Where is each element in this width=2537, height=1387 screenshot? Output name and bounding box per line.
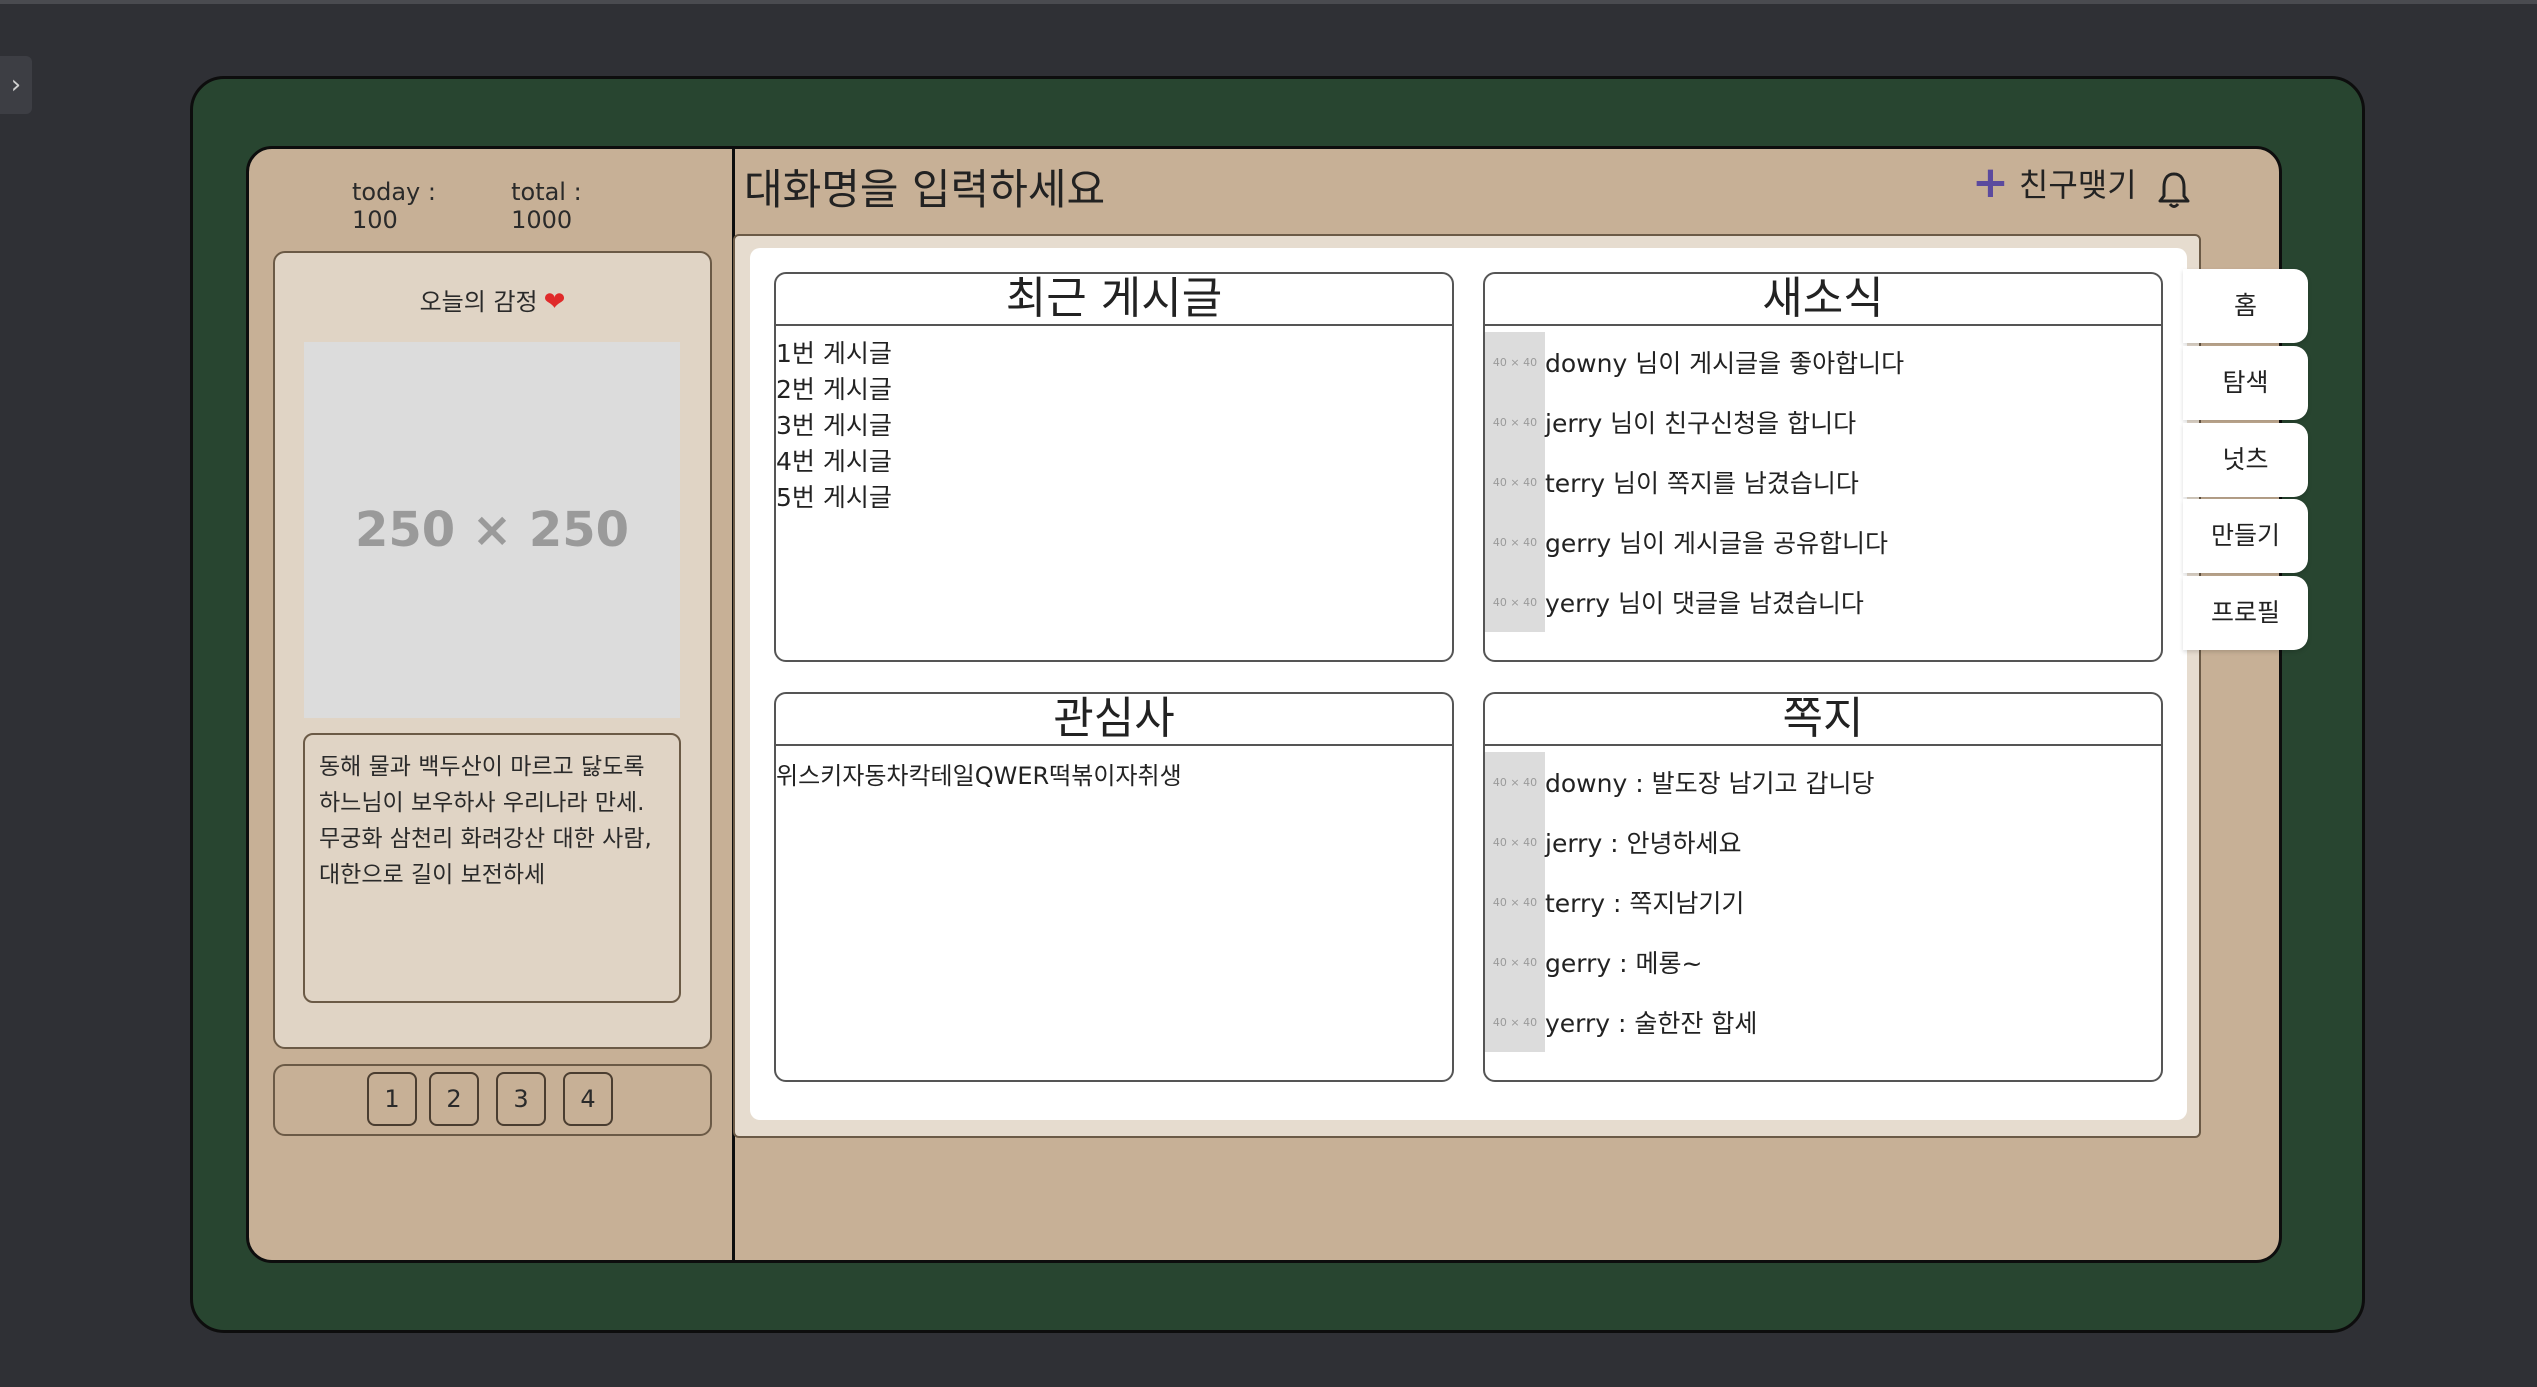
avatar: 40 × 40 [1485,872,1545,932]
avatar: 40 × 40 [1485,452,1545,512]
page-button-1[interactable]: 1 [367,1072,417,1126]
news-item[interactable]: 40 × 40 downy 님이 게시글을 좋아합니다 [1485,332,2161,392]
tab-nuts[interactable]: 넛츠 [2183,423,2308,497]
today-count: today : 100 [352,178,436,234]
news-text: jerry 님이 친구신청을 합니다 [1545,409,1857,438]
post-item[interactable]: 1번 게시글 [776,336,1452,372]
plus-icon: + [1972,157,2009,208]
message-item[interactable]: 40 × 40 gerry : 메롱~ [1485,932,2161,992]
sidebar-toggle-button[interactable]: › [0,56,32,114]
heart-icon: ❤ [543,287,566,317]
profile-image: 250 × 250 [304,342,680,718]
news-text: gerry 님이 게시글을 공유합니다 [1545,529,1889,558]
total-count: total : 1000 [511,178,582,234]
news-title: 새소식 [1485,274,2161,326]
message-text: jerry : 안녕하세요 [1545,829,1742,858]
message-item[interactable]: 40 × 40 downy : 발도장 남기고 갑니당 [1485,752,2161,812]
room-title[interactable]: 대화명을 입력하세요 [744,156,1105,217]
post-item[interactable]: 4번 게시글 [776,444,1452,480]
tab-create[interactable]: 만들기 [2183,499,2308,573]
message-item[interactable]: 40 × 40 terry : 쪽지남기기 [1485,872,2161,932]
avatar: 40 × 40 [1485,752,1545,812]
avatar: 40 × 40 [1485,932,1545,992]
tab-explore[interactable]: 탐색 [2183,346,2308,420]
add-friend-button[interactable]: + 친구맺기 [1972,160,2137,206]
message-text: gerry : 메롱~ [1545,949,1703,978]
page-button-3[interactable]: 3 [496,1072,546,1126]
post-item[interactable]: 3번 게시글 [776,408,1452,444]
post-item[interactable]: 2번 게시글 [776,372,1452,408]
mood-title: 오늘의 감정 ❤ [273,282,712,317]
message-text: yerry : 술한잔 합세 [1545,1009,1758,1038]
message-text: downy : 발도장 남기고 갑니당 [1545,769,1875,798]
message-text: terry : 쪽지남기기 [1545,889,1745,918]
pager [273,1064,712,1136]
news-item[interactable]: 40 × 40 yerry 님이 댓글을 남겼습니다 [1485,572,2161,632]
avatar: 40 × 40 [1485,392,1545,452]
news-item[interactable]: 40 × 40 gerry 님이 게시글을 공유합니다 [1485,512,2161,572]
avatar: 40 × 40 [1485,512,1545,572]
recent-posts-list: 1번 게시글 2번 게시글 3번 게시글 4번 게시글 5번 게시글 [776,326,1452,516]
mood-title-text: 오늘의 감정 [419,288,538,316]
avatar: 40 × 40 [1485,572,1545,632]
messages-list: 40 × 40 downy : 발도장 남기고 갑니당 40 × 40 jerry … [1485,746,2161,1052]
add-friend-label: 친구맺기 [2018,166,2137,204]
news-card: 새소식 40 × 40 downy 님이 게시글을 좋아합니다 40 × 40 je… [1483,272,2163,662]
recent-posts-card: 최근 게시글 1번 게시글 2번 게시글 3번 게시글 4번 게시글 5번 게시… [774,272,1454,662]
avatar: 40 × 40 [1485,332,1545,392]
post-item[interactable]: 5번 게시글 [776,480,1452,516]
news-list: 40 × 40 downy 님이 게시글을 좋아합니다 40 × 40 jerry … [1485,326,2161,632]
page-button-2[interactable]: 2 [429,1072,479,1126]
news-item[interactable]: 40 × 40 jerry 님이 친구신청을 합니다 [1485,392,2161,452]
interests-text: 위스키자동차칵테일QWER떡볶이자취생 [776,762,1182,790]
message-item[interactable]: 40 × 40 jerry : 안녕하세요 [1485,812,2161,872]
page-button-4[interactable]: 4 [563,1072,613,1126]
messages-card: 쪽지 40 × 40 downy : 발도장 남기고 갑니당 40 × 40 jer… [1483,692,2163,1082]
chevron-right-icon: › [10,70,22,100]
tab-profile[interactable]: 프로필 [2183,576,2308,650]
avatar: 40 × 40 [1485,812,1545,872]
recent-posts-title: 최근 게시글 [776,274,1452,326]
news-text: terry 님이 쪽지를 남겼습니다 [1545,469,1859,498]
avatar: 40 × 40 [1485,992,1545,1052]
news-item[interactable]: 40 × 40 terry 님이 쪽지를 남겼습니다 [1485,452,2161,512]
visitor-counter: today : 100 total : 1000 [352,178,642,234]
message-item[interactable]: 40 × 40 yerry : 술한잔 합세 [1485,992,2161,1052]
news-text: downy 님이 게시글을 좋아합니다 [1545,349,1905,378]
top-border [0,0,2537,4]
news-text: yerry 님이 댓글을 남겼습니다 [1545,589,1864,618]
interests-card: 관심사 위스키자동차칵테일QWER떡볶이자취생 [774,692,1454,1082]
bell-icon[interactable] [2154,168,2194,212]
profile-bio: 동해 물과 백두산이 마르고 닳도록 하느님이 보우하사 우리나라 만세. 무궁… [303,733,681,1003]
messages-title: 쪽지 [1485,694,2161,746]
interests-title: 관심사 [776,694,1452,746]
tab-home[interactable]: 홈 [2183,269,2308,343]
